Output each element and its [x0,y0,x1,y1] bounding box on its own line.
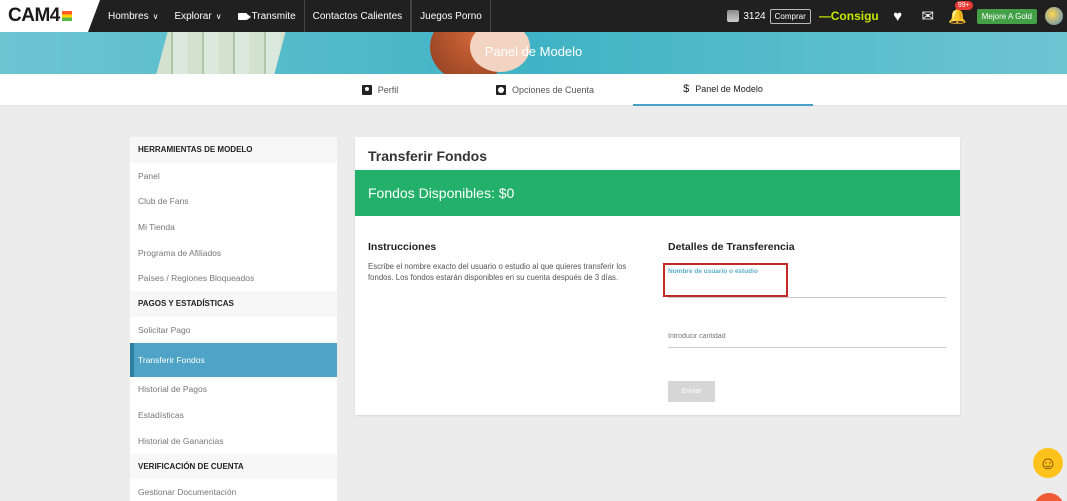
dollar-icon: $ [683,83,690,95]
sidebar-item-panel[interactable]: Panel [130,163,337,189]
sidebar-item-gestionar-documentacion[interactable]: Gestionar Documentación [130,479,337,501]
tokens-icon [727,10,740,22]
upgrade-gold-button[interactable]: Mejore A Gold [976,8,1037,24]
sidebar-item-club-de-fans[interactable]: Club de Fans [130,188,337,214]
nav-item-label: Juegos Porno [420,10,482,22]
nav-item-contactos[interactable]: Contactos Calientes [303,0,412,32]
username-field-label: Nombre de usuario o estudio [668,268,758,275]
consign-promo-link[interactable]: —Consigu [819,9,879,23]
sidebar-item-historial-ganancias[interactable]: Historial de Ganancias [130,428,337,454]
sidebar-item-afiliados[interactable]: Programa de Afiliados [130,240,337,266]
camera-icon [237,12,251,20]
banner-title: Panel de Modelo [484,44,583,59]
instructions-title: Instrucciones [368,241,437,253]
token-count: 3124 [743,10,766,22]
available-funds-bar: Fondos Disponibles: $0 [355,170,960,216]
amount-input[interactable] [668,333,946,348]
nav-item-label: Transmite [251,10,296,22]
user-icon [361,85,372,95]
bell-icon[interactable]: 🔔 99+ [947,1,973,25]
sidebar-item-transferir-fondos[interactable]: Transferir Fondos [130,342,337,377]
sidebar-header: HERRAMIENTAS DE MODELO [130,137,337,163]
transfer-details-title: Detalles de Transferencia [668,241,795,253]
nav-item-transmite[interactable]: Transmite [230,0,304,32]
chevron-down-icon: ∨ [215,11,222,21]
page-title: Transferir Fondos [368,148,488,164]
cam4-logo[interactable]: CAM4 [0,0,100,32]
tab-panel-de-modelo[interactable]: $ Panel de Modelo [633,74,813,106]
nav-item-hombres[interactable]: Hombres ∨ [100,0,166,32]
sidebar-item-solicitar-pago[interactable]: Solicitar Pago [130,317,337,343]
model-tools-sidebar: HERRAMIENTAS DE MODELO Panel Club de Fan… [130,137,337,501]
nav-right: 3124 Comprar —Consigu ♥ ✉ 🔔 99+ Mejore A… [727,0,1067,32]
nav-item-juegos[interactable]: Juegos Porno [411,0,491,32]
tab-opciones-de-cuenta[interactable]: Opciones de Cuenta [490,74,600,106]
orange-chat-bubble-icon[interactable] [1034,493,1064,501]
token-balance: 3124 Comprar [727,8,811,24]
heart-icon[interactable]: ♥ [887,8,909,25]
tab-perfil[interactable]: Perfil [345,74,415,106]
account-tabs: Perfil Opciones de Cuenta $ Panel de Mod… [0,74,1067,106]
sidebar-item-estadisticas[interactable]: Estadísticas [130,402,337,428]
nav-item-label: Explorar [174,10,212,22]
sidebar-item-regiones-bloqueados[interactable]: Países / Regiones Bloqueados [130,265,337,291]
user-avatar[interactable] [1045,7,1063,25]
tab-label: Opciones de Cuenta [511,85,595,95]
logo-flag-icon [61,11,72,21]
buy-tokens-button[interactable]: Comprar [769,8,811,24]
tab-label: Panel de Modelo [695,84,763,94]
instructions-text: Escribe el nombre exacto del usuario o e… [368,262,627,282]
sidebar-item-mi-tienda[interactable]: Mi Tienda [130,214,337,240]
tab-label: Perfil [377,85,399,95]
mail-icon[interactable]: ✉ [917,7,939,25]
chevron-down-icon: ∨ [152,11,159,21]
nav-item-label: Contactos Calientes [312,10,403,22]
top-nav: CAM4 Hombres ∨ Explorar ∨ Transmite Cont… [0,0,1067,32]
transfer-funds-card: Transferir Fondos Fondos Disponibles: $0… [355,137,960,415]
nav-item-explorar[interactable]: Explorar ∨ [166,0,229,32]
nav-items: Hombres ∨ Explorar ∨ Transmite Contactos… [100,0,491,32]
nav-item-label: Hombres [108,10,149,22]
available-funds-text: Fondos Disponibles: $0 [368,185,515,201]
username-input[interactable] [668,297,946,298]
hero-banner: Panel de Modelo [0,32,1067,74]
sidebar-item-historial-pagos[interactable]: Historial de Pagos [130,377,337,403]
sidebar-header: PAGOS Y ESTADÍSTICAS [130,291,337,317]
send-button[interactable]: Enviar [668,381,715,402]
smiley-chat-icon[interactable]: ☺ [1033,448,1063,478]
logo-text: CAM4 [8,5,60,26]
sidebar-header: VERIFICACIÓN DE CUENTA [130,453,337,480]
settings-icon [495,85,506,95]
notification-badge: 99+ [954,1,973,10]
